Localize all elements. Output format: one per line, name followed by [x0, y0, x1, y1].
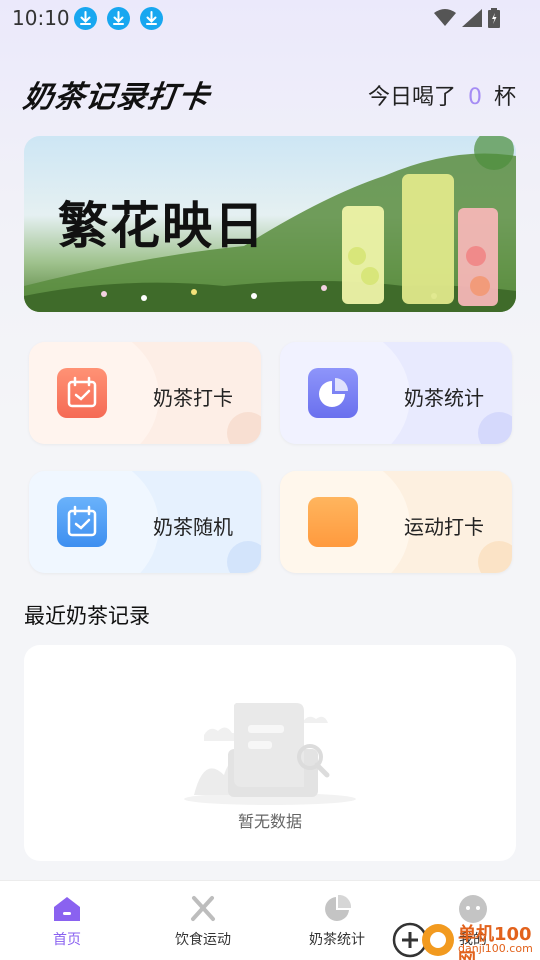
- card-bg-dot: [227, 541, 261, 573]
- download-icon: [107, 7, 130, 30]
- calendar-check-icon: [57, 368, 107, 418]
- feature-label: 奶茶打卡: [153, 386, 233, 410]
- recent-records-title: 最近奶茶记录: [24, 604, 150, 628]
- nav-tab-diet-exercise[interactable]: 饮食运动: [148, 895, 258, 949]
- feature-card-milk-tea-random[interactable]: 奶茶随机: [29, 471, 261, 573]
- nav-tab-milk-tea-stats[interactable]: 奶茶统计: [282, 895, 392, 949]
- feature-label: 奶茶统计: [404, 386, 484, 410]
- today-unit: 杯: [493, 85, 516, 110]
- status-time: 10:10: [12, 6, 70, 30]
- watermark-icon: [392, 922, 454, 958]
- fork-knife-icon: [191, 896, 215, 921]
- nav-label: 饮食运动: [175, 932, 231, 948]
- card-bg-dot: [478, 541, 512, 573]
- square-icon: [308, 497, 358, 547]
- today-count: 0: [467, 85, 482, 110]
- feature-card-milk-tea-checkin[interactable]: 奶茶打卡: [29, 342, 261, 444]
- status-bar: 10:10: [0, 0, 540, 36]
- feature-card-milk-tea-stats[interactable]: 奶茶统计: [280, 342, 512, 444]
- feature-label: 奶茶随机: [153, 515, 233, 539]
- feature-card-exercise-checkin[interactable]: 运动打卡: [280, 471, 512, 573]
- watermark-logo: 单机100网 danji100.com: [392, 918, 540, 960]
- download-icon: [140, 7, 163, 30]
- pie-chart-icon: [308, 368, 358, 418]
- today-summary: 今日喝了 0 杯: [368, 79, 516, 111]
- card-bg-dot: [227, 412, 261, 444]
- battery-icon: [488, 8, 500, 32]
- calendar-check-icon: [57, 497, 107, 547]
- pie-chart-icon: [325, 895, 351, 921]
- app-title: 奶茶记录打卡: [21, 80, 212, 115]
- nav-label: 首页: [53, 932, 81, 948]
- recent-records-panel: 暂无数据: [24, 645, 516, 861]
- nav-tab-home[interactable]: 首页: [12, 895, 122, 949]
- watermark-subtext: danji100.com: [458, 942, 533, 955]
- nav-label: 奶茶统计: [309, 932, 365, 948]
- download-icon: [74, 7, 97, 30]
- empty-state-illustration: [184, 703, 356, 805]
- home-icon: [54, 897, 80, 921]
- card-bg-dot: [478, 412, 512, 444]
- wifi-icon: [434, 9, 456, 31]
- feature-label: 运动打卡: [404, 515, 484, 539]
- signal-icon: [462, 9, 482, 31]
- banner-title: 繁花映日: [58, 197, 266, 255]
- empty-state-text: 暂无数据: [237, 812, 302, 831]
- today-label: 今日喝了: [367, 85, 456, 110]
- banner[interactable]: 繁花映日: [24, 136, 516, 312]
